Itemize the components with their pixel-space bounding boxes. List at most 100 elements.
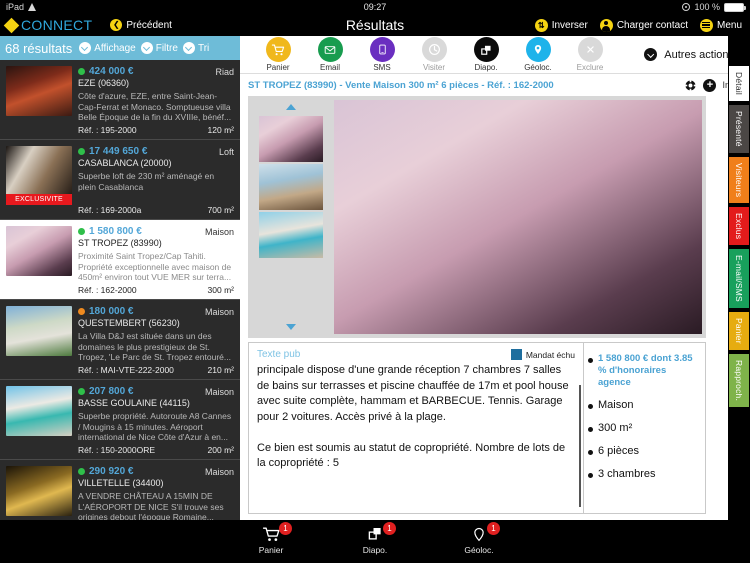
arrow-up-icon[interactable] [286, 104, 296, 110]
crosshair-icon[interactable] [684, 78, 698, 92]
text-scrollbar[interactable] [579, 385, 581, 507]
side-tab-label: Détail [734, 72, 744, 95]
result-city: BASSE GOULAINE (44115) [78, 398, 190, 408]
gallery-thumbnail[interactable] [259, 164, 323, 210]
toolbar-button-goloc[interactable]: Géoloc. [512, 37, 564, 72]
side-tab-panier[interactable]: Panier [729, 311, 749, 350]
chevron-down-icon [140, 42, 153, 54]
result-type: Maison [204, 386, 234, 397]
gallery-thumbnail[interactable] [259, 116, 323, 162]
toolbar-button-label: Exclure [576, 63, 604, 72]
property-photo [6, 66, 72, 116]
property-fact: 1 580 800 € dont 3.85 % d'honoraires age… [588, 353, 699, 389]
menu-button[interactable]: Menu [699, 18, 742, 32]
main-photo[interactable] [334, 100, 702, 334]
result-price: 290 920 € [89, 466, 134, 477]
media-gallery [248, 96, 706, 338]
ios-status-bar: iPad 09:27 100 % [0, 0, 750, 14]
bottom-tab-goloc[interactable]: 1 Géoloc. [450, 522, 508, 555]
side-tab-label: Exclus [734, 212, 744, 240]
side-tab-emailsms[interactable]: E-mail/SMS [729, 249, 749, 308]
brand-label: CONNECT [21, 17, 93, 33]
diamond-logo-icon [3, 17, 20, 33]
gallery-thumbnail[interactable] [259, 212, 323, 258]
bottom-tab-label: Géoloc. [464, 545, 494, 555]
side-tab-rapproch[interactable]: Rapproch. [729, 353, 749, 407]
result-info: 1 580 800 € Maison ST TROPEZ (83990) Proxim… [78, 226, 234, 295]
thumbnail-strip[interactable] [252, 100, 330, 334]
result-type: Loft [218, 146, 234, 157]
inverser-button[interactable]: ⇅ Inverser [534, 18, 588, 32]
detail-header: ST TROPEZ (83990) - Vente Maison 300 m² … [240, 74, 750, 96]
detail-panel: Panier Email SMS Visiter Diapo. Géoloc. Exclur… [240, 36, 750, 520]
affichage-dropdown[interactable]: Affichage [79, 42, 136, 54]
property-thumbnail [6, 66, 72, 116]
result-description: Superbe loft de 230 m² aménagé en plein … [78, 171, 215, 192]
person-icon [599, 18, 613, 32]
property-thumbnail [6, 146, 72, 196]
filtre-dropdown[interactable]: Filtre [140, 42, 178, 54]
toolbar-button-exclure[interactable]: Exclure [564, 37, 616, 72]
property-fact: 3 chambres [588, 468, 699, 481]
back-button[interactable]: ❮ Précédent [110, 19, 172, 31]
charger-contact-button[interactable]: Charger contact [599, 18, 688, 32]
table-row[interactable]: 207 800 € Maison BASSE GOULAINE (44115) Sup… [0, 380, 240, 460]
property-photo [259, 164, 323, 210]
toolbar-button-label: Géoloc. [524, 63, 552, 72]
result-ref: Réf. : 150-2000ORE [78, 445, 156, 455]
result-price: 1 580 800 € [89, 226, 142, 237]
status-dot-icon [78, 388, 85, 395]
detail-lower-section: Texte pub Mandat échu principale dispose… [248, 342, 706, 514]
bottom-tab-diapo[interactable]: 1 Diapo. [346, 522, 404, 555]
side-tab-visiteurs[interactable]: Visiteurs [729, 156, 749, 203]
text-pane: Texte pub Mandat échu principale dispose… [249, 343, 583, 513]
status-dot-icon [78, 468, 85, 475]
table-row[interactable]: EXCLUSIVITE 17 449 650 € Loft CASABLANCA (2… [0, 140, 240, 220]
results-list[interactable]: 424 000 € Riad EZE (06360) Côte d'azure, EZ… [0, 60, 240, 520]
app-screen: iPad 09:27 100 % CONNECT ❮ Précédent Rés… [0, 0, 750, 563]
result-surface: 700 m² [207, 205, 234, 215]
result-info: 424 000 € Riad EZE (06360) Côte d'azure, EZ… [78, 66, 234, 135]
table-row[interactable]: 290 920 € Maison VILLETELLE (34400) A VENDR… [0, 460, 240, 520]
facts-pane: 1 580 800 € dont 3.85 % d'honoraires age… [583, 343, 705, 513]
side-tab-exclus[interactable]: Exclus [729, 206, 749, 246]
result-ref: Réf. : MAI-VTE-222-2000 [78, 365, 174, 375]
tri-label: Tri [197, 42, 210, 54]
toolbar-button-panier[interactable]: Panier [252, 37, 304, 72]
badge-count: 1 [487, 522, 500, 535]
side-tab-dtail[interactable]: Détail [729, 66, 749, 101]
property-thumbnail [6, 466, 72, 516]
bottom-tab-label: Diapo. [362, 545, 388, 555]
toolbar-button-label: Panier [266, 63, 290, 72]
result-type: Maison [204, 466, 234, 477]
toolbar-button-visiter[interactable]: Visiter [408, 37, 460, 72]
result-info: 290 920 € Maison VILLETELLE (34400) A VENDR… [78, 466, 234, 520]
arrow-down-icon[interactable] [286, 324, 296, 330]
result-description: Proximité Saint Tropez/Cap Tahiti. Propr… [78, 251, 232, 282]
bullet-icon [588, 450, 593, 455]
toolbar-button-sms[interactable]: SMS [356, 37, 408, 72]
property-photo [6, 386, 72, 436]
swap-icon: ⇅ [534, 18, 548, 32]
autres-actions-button[interactable]: Autres actions [644, 48, 734, 61]
clock: 09:27 [363, 2, 387, 12]
detail-side-tabs[interactable]: Détail Présenté Visiteurs Exclus E-mail/SMS P… [728, 36, 750, 520]
detail-title: ST TROPEZ (83990) - Vente Maison 300 m² … [248, 79, 554, 91]
toolbar-button-email[interactable]: Email [304, 37, 356, 72]
plus-circle-icon[interactable]: + [703, 78, 717, 92]
side-tab-prsent[interactable]: Présenté [729, 104, 749, 153]
result-surface: 210 m² [207, 365, 234, 375]
tri-dropdown[interactable]: Tri [182, 42, 210, 54]
table-row[interactable]: 424 000 € Riad EZE (06360) Côte d'azure, EZ… [0, 60, 240, 140]
result-surface: 200 m² [207, 445, 234, 455]
toolbar-button-diapo[interactable]: Diapo. [460, 37, 512, 72]
property-photo [6, 306, 72, 356]
bottom-tab-panier[interactable]: 1 Panier [242, 522, 300, 555]
charger-contact-label: Charger contact [616, 19, 688, 31]
bottom-tab-label: Panier [258, 545, 284, 555]
battery-icon [724, 2, 746, 12]
table-row[interactable]: 1 580 800 € Maison ST TROPEZ (83990) Proxim… [0, 220, 240, 300]
property-fact-text: 6 pièces [598, 445, 639, 457]
result-surface: 300 m² [207, 285, 234, 295]
table-row[interactable]: 180 000 € Maison QUESTEMBERT (56230) La Vil… [0, 300, 240, 380]
